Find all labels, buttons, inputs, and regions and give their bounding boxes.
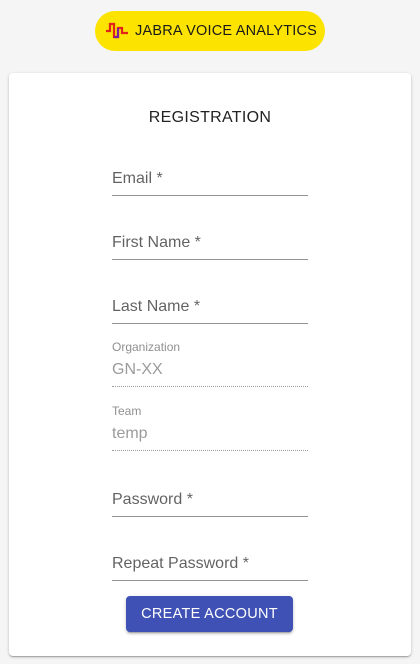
last-name-field[interactable]: Last Name * bbox=[112, 297, 308, 324]
email-label: Email * bbox=[112, 170, 163, 187]
first-name-label: First Name * bbox=[112, 234, 201, 251]
repeat-password-underline bbox=[112, 580, 308, 581]
first-name-underline bbox=[112, 259, 308, 260]
repeat-password-field[interactable]: Repeat Password * bbox=[112, 554, 308, 581]
form-title: REGISTRATION bbox=[148, 109, 272, 126]
team-value: temp bbox=[112, 425, 148, 442]
brand-logo: JABRA VOICE ANALYTICS bbox=[95, 11, 325, 51]
team-underline bbox=[112, 450, 308, 451]
team-label: Team bbox=[112, 404, 142, 418]
email-field[interactable]: Email * bbox=[112, 169, 308, 196]
organization-label: Organization bbox=[112, 340, 181, 354]
registration-card: REGISTRATION Email * First Name * Last N… bbox=[9, 73, 411, 656]
team-field: Team temp bbox=[112, 404, 308, 451]
password-field[interactable]: Password * bbox=[112, 490, 308, 517]
create-account-button[interactable]: CREATE ACCOUNT bbox=[126, 596, 293, 632]
last-name-underline bbox=[112, 323, 308, 324]
password-underline bbox=[112, 516, 308, 517]
registration-page: JABRA VOICE ANALYTICS REGISTRATION Email… bbox=[0, 0, 420, 664]
organization-value: GN-XX bbox=[112, 361, 163, 378]
organization-underline bbox=[112, 386, 308, 387]
password-label: Password * bbox=[112, 491, 193, 508]
last-name-label: Last Name * bbox=[112, 298, 201, 315]
repeat-password-label: Repeat Password * bbox=[112, 555, 249, 572]
jabra-waveform-icon bbox=[105, 22, 129, 40]
brand-name: JABRA VOICE ANALYTICS bbox=[135, 23, 318, 39]
email-underline bbox=[112, 195, 308, 196]
first-name-field[interactable]: First Name * bbox=[112, 233, 308, 260]
organization-field: Organization GN-XX bbox=[112, 340, 308, 387]
